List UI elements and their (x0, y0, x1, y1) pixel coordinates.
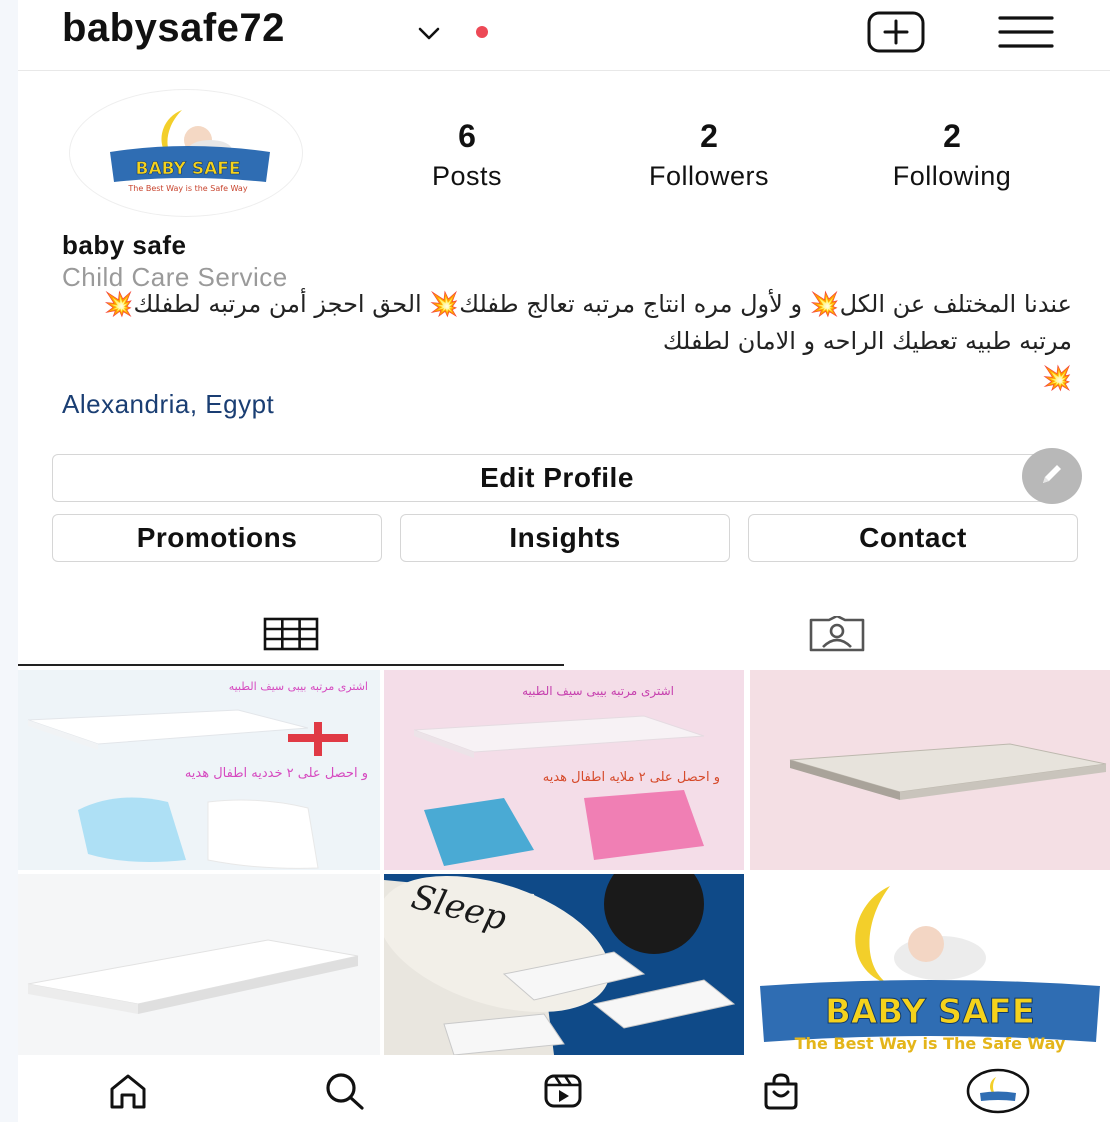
post-bottom-text: و احصل على ٢ خدديه اطفال هديه (184, 766, 368, 781)
tab-grid[interactable] (18, 606, 564, 666)
profile-bio: عندنا المختلف عن الكل💥 و لأول مره انتاج … (62, 286, 1072, 397)
shop-icon (762, 1072, 800, 1115)
top-bar: babysafe72 (18, 0, 1110, 71)
stat-posts[interactable]: 6 Posts (367, 118, 567, 192)
avatar-brand-text: BABY SAFE (136, 159, 241, 179)
post-tile[interactable]: BABY SAFE The Best Way is The Safe Way (750, 874, 1110, 1055)
posts-label: Posts (431, 161, 503, 191)
tab-tagged[interactable] (564, 606, 1110, 666)
post-top-text: اشترى مرتبه بيبى سيف الطبيه (522, 684, 674, 698)
contact-button[interactable]: Contact (748, 514, 1078, 562)
post-top-text: BABY SAFE (825, 992, 1036, 1033)
nav-search[interactable] (315, 1068, 375, 1118)
stat-followers[interactable]: 2 Followers (609, 118, 809, 192)
profile-location-link[interactable]: Alexandria, Egypt (62, 389, 274, 420)
nav-profile[interactable] (961, 1068, 1035, 1118)
post-bottom-text: و احصل على ٢ ملايه اطفال هديه (542, 770, 720, 785)
active-tab-indicator (18, 664, 564, 666)
profile-screen: babysafe72 BABY SAFE The Best Way is the… (18, 0, 1110, 1122)
search-icon (324, 1072, 366, 1115)
followers-label: Followers (648, 161, 770, 191)
nav-reels[interactable] (533, 1068, 593, 1118)
chevron-down-icon[interactable] (416, 20, 442, 51)
profile-name: baby safe (62, 230, 187, 260)
avatar-tagline-text: The Best Way is the Safe Way (127, 184, 247, 193)
post-tile[interactable]: اشترى مرتبه بيبى سيف الطبيه و احصل على ٢… (18, 670, 380, 870)
post-top-text: اشترى مرتبه بيبى سيف الطبيه (228, 680, 368, 693)
profile-avatar-icon (966, 1068, 1030, 1119)
grid-icon (263, 617, 319, 656)
reels-icon (543, 1073, 583, 1114)
posts-count: 6 (458, 118, 476, 154)
posts-grid: اشترى مرتبه بيبى سيف الطبيه و احصل على ٢… (18, 670, 1110, 1055)
post-tile[interactable]: اشترى مرتبه بيبى سيف الطبيه و احصل على ٢… (384, 670, 744, 870)
following-count: 2 (943, 118, 961, 154)
following-label: Following (892, 161, 1012, 191)
insights-button[interactable]: Insights (400, 514, 730, 562)
edit-profile-button[interactable]: Edit Profile (52, 454, 1062, 502)
edit-pencil-button[interactable] (1022, 448, 1082, 504)
bio-part-1: عندنا المختلف عن الكل (839, 290, 1072, 318)
home-icon (108, 1073, 148, 1114)
burst-emoji: 💥 (809, 290, 840, 318)
bio-part-2: و لأول مره انتاج مرتبه تعالج طفلك (459, 290, 803, 318)
tagged-icon (807, 614, 867, 657)
bottom-nav (18, 1058, 1110, 1122)
followers-count: 2 (700, 118, 718, 154)
notification-dot (476, 26, 488, 38)
new-post-icon[interactable] (866, 10, 926, 59)
promotions-button[interactable]: Promotions (52, 514, 382, 562)
post-bottom-text: The Best Way is The Safe Way (794, 1034, 1066, 1053)
bio-part-3: الحق احجز أمن مرتبه لطفلك (133, 290, 422, 318)
menu-icon[interactable] (996, 12, 1056, 57)
nav-home[interactable] (98, 1068, 158, 1118)
post-tile[interactable] (18, 874, 380, 1055)
pencil-icon (1037, 459, 1067, 494)
bio-part-4: مرتبه طبيه تعطيك الراحه و الامان لطفلك (662, 327, 1072, 355)
post-tile[interactable]: Sleep (384, 874, 744, 1055)
burst-emoji: 💥 (1042, 364, 1072, 392)
burst-emoji: 💥 (103, 290, 134, 318)
profile-avatar[interactable]: BABY SAFE The Best Way is the Safe Way (70, 90, 302, 216)
account-username[interactable]: babysafe72 (62, 6, 285, 51)
post-tile[interactable] (750, 670, 1110, 870)
stat-following[interactable]: 2 Following (852, 118, 1052, 192)
nav-shop[interactable] (751, 1068, 811, 1118)
burst-emoji: 💥 (429, 290, 460, 318)
